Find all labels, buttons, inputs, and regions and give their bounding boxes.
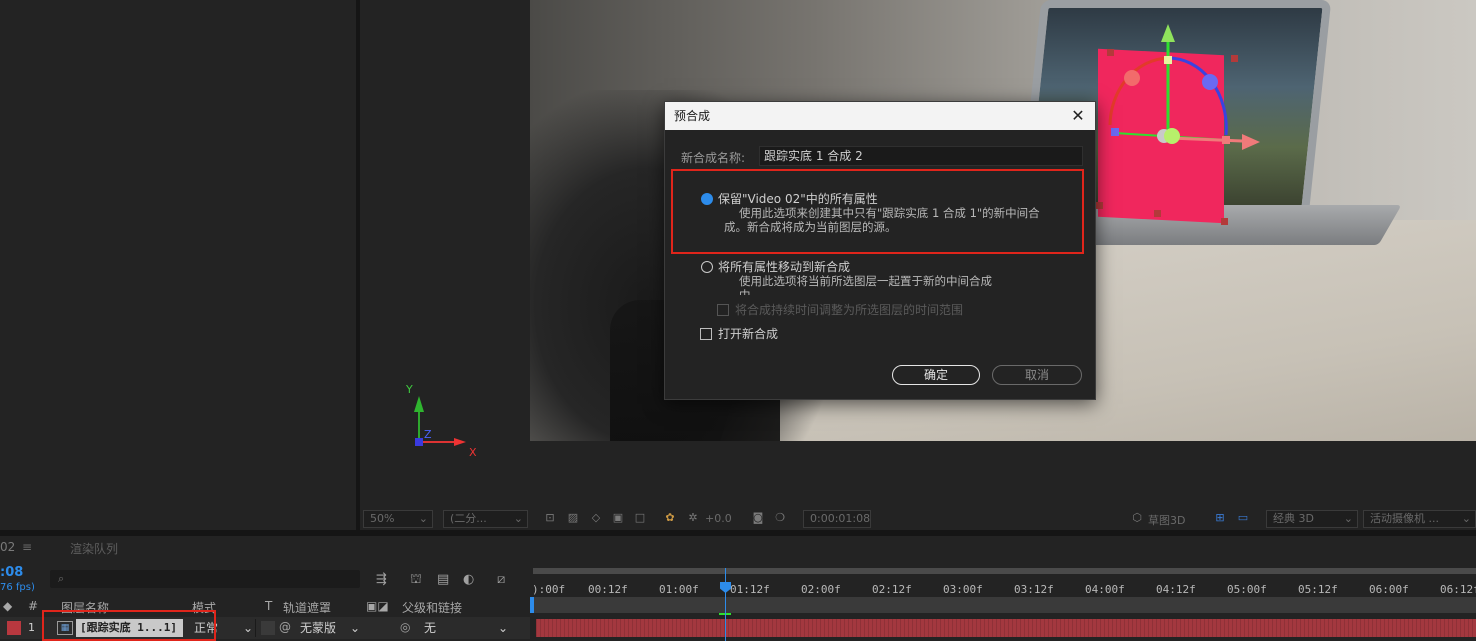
ruler-label: 02:12f <box>872 583 912 596</box>
timecode-value: 0:00:01:08 <box>810 512 871 525</box>
comp-flowchart-icon[interactable]: ⇶ <box>376 572 387 587</box>
close-icon[interactable]: ✕ <box>1069 107 1087 125</box>
monitor-icon[interactable]: ▭ <box>1236 511 1250 525</box>
option-move-attributes-label[interactable]: 将所有属性移动到新合成 <box>718 258 850 275</box>
ruler-label: 03:00f <box>943 583 983 596</box>
playhead-line[interactable] <box>725 568 726 641</box>
ruler-label: 00:12f <box>588 583 628 596</box>
viewer-toolbar: 50% ⌄ (二分... ⌄ ⊡ ▨ ◇ ▣ □ ✿ ✲ +0.0 ◙ ❍ 0:00… <box>360 508 1476 530</box>
show-snapshot-icon[interactable]: ❍ <box>773 511 787 525</box>
ruler-label: 01:12f <box>730 583 770 596</box>
new-comp-name-label: 新合成名称: <box>681 151 746 165</box>
timeline-track-header <box>530 597 1476 613</box>
radio-move-attributes[interactable] <box>701 261 713 273</box>
ruler-label: 01:00f <box>659 583 699 596</box>
axis-x-label: X <box>469 446 477 459</box>
draft3d-icon[interactable]: ⬡ <box>1130 511 1144 525</box>
timecode-field[interactable]: 0:00:01:08 <box>803 510 871 528</box>
matte-link-icon[interactable]: @ <box>279 620 291 634</box>
adjust-duration-checkbox[interactable] <box>717 304 729 316</box>
search-icon: ⌕ <box>58 572 65 585</box>
parent-value: 无 <box>424 621 437 635</box>
column-index: # <box>28 599 39 613</box>
menu-icon[interactable]: ≡ <box>22 540 32 554</box>
renderer-dropdown[interactable]: 经典 3D ⌄ <box>1266 510 1358 528</box>
camera-value: 活动摄像机 ... <box>1370 512 1439 525</box>
layer-search-input[interactable]: ⌕ <box>50 570 360 588</box>
timeline-panel: 02 ≡ 渲染队列 :08 76 fps) ⌕ ⇶ ⛫ ▤ ◐ ⧄ ◆ # 图层… <box>0 536 1476 641</box>
ruler-label: 02:00f <box>801 583 841 596</box>
chevron-down-icon: ⌄ <box>1461 512 1471 525</box>
chevron-down-icon: ⌄ <box>418 512 428 525</box>
resolution-value: (二分... <box>450 512 487 525</box>
mask-visibility-icon[interactable]: ◇ <box>589 511 603 525</box>
dialog-title: 预合成 <box>665 102 1095 130</box>
ruler-label: 05:00f <box>1227 583 1267 596</box>
motion-blur-icon[interactable]: ◐ <box>463 572 474 587</box>
frame-blending-icon[interactable]: ▤ <box>437 572 449 587</box>
ruler-label: 05:12f <box>1298 583 1338 596</box>
ruler-label: ):00f <box>532 583 566 596</box>
snapshot-camera-icon[interactable]: ◙ <box>751 511 765 525</box>
tab-composition[interactable]: 02 <box>0 540 15 554</box>
open-new-comp-label[interactable]: 打开新合成 <box>718 325 778 342</box>
chevron-down-icon: ⌄ <box>513 512 523 525</box>
snapshot-region-icon[interactable]: ⊡ <box>543 511 557 525</box>
option-move-attributes-desc-1: 使用此选项将当前所选图层一起置于新的中间合成 <box>739 274 992 288</box>
adjust-duration-label: 将合成持续时间调整为所选图层的时间范围 <box>735 303 964 317</box>
chevron-down-icon: ⌄ <box>1343 512 1353 525</box>
transparency-grid-icon[interactable]: ▨ <box>566 511 580 525</box>
guides-icon[interactable]: ▣ <box>611 511 625 525</box>
chevron-down-icon: ⌄ <box>242 621 253 635</box>
layer-duration-bar[interactable] <box>536 619 1476 637</box>
draft3d-label[interactable]: 草图3D <box>1148 512 1185 528</box>
graph-editor-icon[interactable]: ⧄ <box>497 572 505 587</box>
resolution-dropdown[interactable]: (二分... ⌄ <box>443 510 528 528</box>
layer-label-color[interactable] <box>7 621 21 635</box>
new-comp-name-input[interactable]: 跟踪实底 1 合成 2 <box>759 146 1083 166</box>
preserve-transparency-checkbox[interactable] <box>261 621 275 635</box>
zoom-dropdown[interactable]: 50% ⌄ <box>363 510 433 528</box>
ruler-label: 04:12f <box>1156 583 1196 596</box>
renderer-value: 经典 3D <box>1273 512 1314 525</box>
zoom-value: 50% <box>370 512 395 525</box>
label-column-icon[interactable]: ◆ <box>3 599 12 613</box>
layer-index: 1 <box>28 621 35 634</box>
3d-view-icon[interactable]: ⊞ <box>1213 511 1227 525</box>
ok-button[interactable]: 确定 <box>892 365 980 385</box>
exposure-icon[interactable]: ✲ <box>686 511 700 525</box>
open-new-comp-checkbox[interactable] <box>700 328 712 340</box>
tab-render-queue[interactable]: 渲染队列 <box>70 540 118 557</box>
chevron-down-icon: ⌄ <box>349 621 360 635</box>
fps-display: 76 fps) <box>0 582 35 593</box>
track-matte-dropdown[interactable]: 无蒙版 ⌄ <box>296 619 362 637</box>
ruler-label: 03:12f <box>1014 583 1054 596</box>
highlight-option <box>671 169 1084 254</box>
current-time[interactable]: :08 <box>0 565 23 580</box>
column-track-matte[interactable]: 轨道遮罩 <box>283 599 331 616</box>
ruler-label: 06:00f <box>1369 583 1409 596</box>
matte-icons: ▣◪ <box>366 599 389 613</box>
option-move-attributes-desc-2: 中。 <box>739 288 762 295</box>
pick-whip-icon[interactable]: ◎ <box>400 620 410 634</box>
column-parent[interactable]: 父级和链接 <box>402 599 462 616</box>
work-area-start[interactable] <box>530 597 534 613</box>
region-of-interest-icon[interactable]: □ <box>633 511 647 525</box>
project-panel <box>0 0 356 530</box>
color-channels-icon[interactable]: ✿ <box>663 511 677 525</box>
camera-dropdown[interactable]: 活动摄像机 ... ⌄ <box>1363 510 1476 528</box>
highlight-layer-name <box>42 610 216 641</box>
shy-layers-icon[interactable]: ⛫ <box>410 572 422 589</box>
exposure-value[interactable]: +0.0 <box>705 512 732 525</box>
axis-y-label: Y <box>406 383 413 396</box>
track-matte-value: 无蒙版 <box>300 621 337 635</box>
column-t: T <box>265 599 273 613</box>
precompose-dialog: 预合成 ✕ 新合成名称: 跟踪实底 1 合成 2 保留"Video 02"中的所… <box>664 101 1096 400</box>
chevron-down-icon: ⌄ <box>497 621 508 635</box>
cancel-button[interactable]: 取消 <box>992 365 1082 385</box>
parent-dropdown[interactable]: 无 ⌄ <box>420 619 510 637</box>
ruler-label: 04:00f <box>1085 583 1125 596</box>
axis-z-label: Z <box>424 428 432 441</box>
ruler-label: 06:12f <box>1440 583 1476 596</box>
